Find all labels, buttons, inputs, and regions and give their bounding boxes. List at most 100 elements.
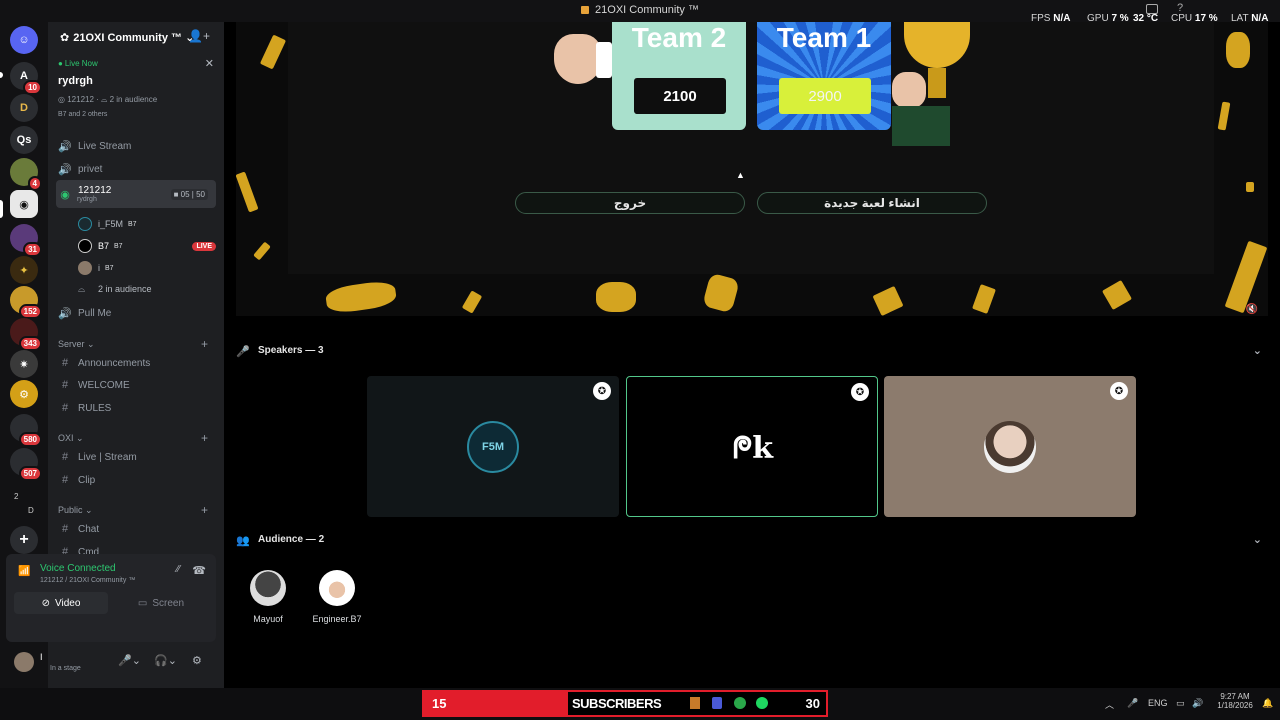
member-row[interactable]: B7 B7 LIVE: [78, 238, 218, 254]
server-icon-qs[interactable]: Qs: [10, 126, 38, 154]
clock[interactable]: 9:27 AM 1/18/2026: [1214, 692, 1256, 710]
volume-icon[interactable]: 🔊: [1192, 698, 1203, 709]
settings-gear-icon[interactable]: ⚙: [192, 654, 202, 667]
notification-icon[interactable]: 🔔: [1262, 698, 1273, 709]
mute-video-icon[interactable]: 🔇: [1246, 304, 1258, 315]
user-name: I: [40, 652, 43, 662]
language-indicator[interactable]: ENG: [1148, 698, 1168, 708]
mic-icon[interactable]: 🎤: [1127, 698, 1138, 709]
channel-privet[interactable]: 🔊 privet: [56, 159, 216, 179]
stage-name: rydrgh: [58, 75, 93, 87]
screen-share-button[interactable]: ▭ Screen: [114, 592, 208, 614]
selected-pip: [0, 200, 3, 218]
channel-chat[interactable]: # Chat: [56, 519, 216, 539]
team2-score: 2100: [634, 78, 726, 114]
server-icon[interactable]: 152: [10, 286, 42, 319]
category-server[interactable]: Server ⌄ +: [58, 337, 208, 351]
server-header[interactable]: 21OXI Community ™ ⌄ 👤+: [48, 22, 224, 54]
category-public[interactable]: Public ⌄ +: [58, 503, 208, 517]
confetti: [972, 284, 996, 314]
server-icon[interactable]: 4: [10, 158, 42, 191]
discord-icon[interactable]: ☺: [10, 26, 38, 54]
user-avatar[interactable]: [14, 652, 34, 672]
noise-suppression-icon[interactable]: ⁄⁄: [177, 564, 180, 575]
add-channel-icon[interactable]: +: [201, 337, 208, 351]
mic-icon: 🎤: [236, 346, 250, 358]
speaker-tile[interactable]: ✪ F5M: [367, 376, 619, 517]
channel-announcements[interactable]: # Announcements: [56, 353, 216, 373]
voice-location[interactable]: 121212 / 21OXI Community ™: [40, 577, 135, 584]
app-icon[interactable]: [690, 697, 700, 709]
headphones-icon: ⌓: [101, 95, 108, 104]
new-game-button[interactable]: انشاء لعبة جديدة: [757, 192, 987, 214]
avatar: [78, 261, 92, 275]
exit-button[interactable]: خروج: [515, 192, 745, 214]
server-icon[interactable]: 507: [10, 448, 42, 481]
tray-expand-icon[interactable]: ︿: [1105, 698, 1114, 711]
stage-video[interactable]: Team 2 2100 Team 1 2900 خروج انشاء لعبة …: [236, 22, 1268, 316]
signal-icon[interactable]: 📶: [18, 566, 30, 577]
channel-live-stream-text[interactable]: # Live | Stream: [56, 447, 216, 467]
audience-count[interactable]: ⌓ 2 in audience: [78, 281, 218, 297]
invite-icon[interactable]: 👤+: [188, 29, 210, 43]
server-icon-a[interactable]: A 10: [10, 62, 42, 95]
speaker-tile[interactable]: ✪: [884, 376, 1136, 517]
member-row[interactable]: i_F5M B7: [78, 216, 218, 232]
chevron-down-icon[interactable]: ⌄: [1253, 344, 1262, 357]
app-icon[interactable]: [712, 697, 722, 709]
server-icon[interactable]: 343: [10, 318, 42, 351]
add-server-icon[interactable]: +: [10, 526, 38, 554]
video-button[interactable]: ⊘ Video: [14, 592, 108, 614]
add-channel-icon[interactable]: +: [201, 503, 208, 517]
live-stage-card[interactable]: Live Now ✕ rydrgh ◎ 121212 · ⌓ 2 in audi…: [54, 56, 218, 124]
speaker-tile-active[interactable]: ✪ ᖘk: [626, 376, 878, 517]
member-row[interactable]: i B7: [78, 260, 218, 276]
voice-status[interactable]: Voice Connected: [40, 563, 116, 574]
subscriber-goal-bar: 15 SUBSCRIBERS 30: [422, 690, 828, 717]
server-icon[interactable]: ✷: [10, 350, 38, 378]
user-status: In a stage: [50, 665, 81, 672]
category-oxi[interactable]: OXI ⌄ +: [58, 431, 208, 445]
confetti: [236, 171, 259, 213]
audience-avatar: [250, 570, 286, 606]
sleeve: [892, 106, 950, 146]
audience-name: Mayuof: [253, 614, 283, 624]
channel-121212[interactable]: ◉ 121212 rydrgh ■ 05 | 50: [56, 180, 216, 208]
channel-live-stream[interactable]: 🔊 Live Stream: [56, 136, 216, 156]
mic-icon[interactable]: 🎤⌄: [118, 654, 141, 667]
speakers-header[interactable]: 🎤 Speakers — 3 ⌄: [236, 342, 1268, 362]
server-icon[interactable]: ⚙: [10, 380, 38, 408]
inbox-icon[interactable]: [1146, 4, 1158, 14]
server-icon[interactable]: ✦: [10, 256, 38, 284]
spotify-icon[interactable]: [756, 697, 768, 709]
channel-welcome[interactable]: # WELCOME: [56, 375, 216, 395]
audience-member[interactable]: Engineer.B7: [302, 570, 372, 624]
taskbar: 15 SUBSCRIBERS 30 ︿ 🎤 ENG ▭ 🔊 9:27 AM 1/1…: [0, 688, 1280, 720]
server-icon[interactable]: 31: [10, 224, 42, 257]
audience-member[interactable]: Mayuof: [233, 570, 303, 624]
audience-header[interactable]: 👥 Audience — 2 ⌄: [236, 531, 1268, 551]
speaker-avatar: ᖘk: [732, 430, 774, 466]
channel-rules[interactable]: # RULES: [56, 398, 216, 418]
xbox-icon[interactable]: [734, 697, 746, 709]
server-name[interactable]: 21OXI Community ™ ⌄: [60, 31, 194, 44]
app-icon: [581, 6, 590, 14]
disconnect-icon[interactable]: ☎: [192, 564, 206, 577]
server-icon[interactable]: 580: [10, 414, 42, 447]
moderator-icon: ✪: [851, 383, 869, 401]
shadow-server-icon[interactable]: ◉: [10, 190, 38, 218]
channel-clip[interactable]: # Clip: [56, 470, 216, 490]
headphones-icon[interactable]: 🎧⌄: [154, 654, 177, 667]
folder-label: 2: [14, 492, 19, 501]
unread-pip: [0, 72, 3, 78]
network-icon[interactable]: ▭: [1176, 698, 1185, 709]
help-icon[interactable]: ?: [1177, 2, 1183, 14]
server-icon-d[interactable]: D: [10, 94, 38, 122]
channel-pull-me[interactable]: 🔊 Pull Me: [56, 303, 216, 323]
confetti: [596, 282, 636, 312]
add-channel-icon[interactable]: +: [201, 431, 208, 445]
goal-label: SUBSCRIBERS: [572, 696, 662, 711]
chevron-down-icon[interactable]: ⌄: [1253, 533, 1262, 546]
moderator-icon: ✪: [593, 382, 611, 400]
close-icon[interactable]: ✕: [205, 57, 214, 70]
